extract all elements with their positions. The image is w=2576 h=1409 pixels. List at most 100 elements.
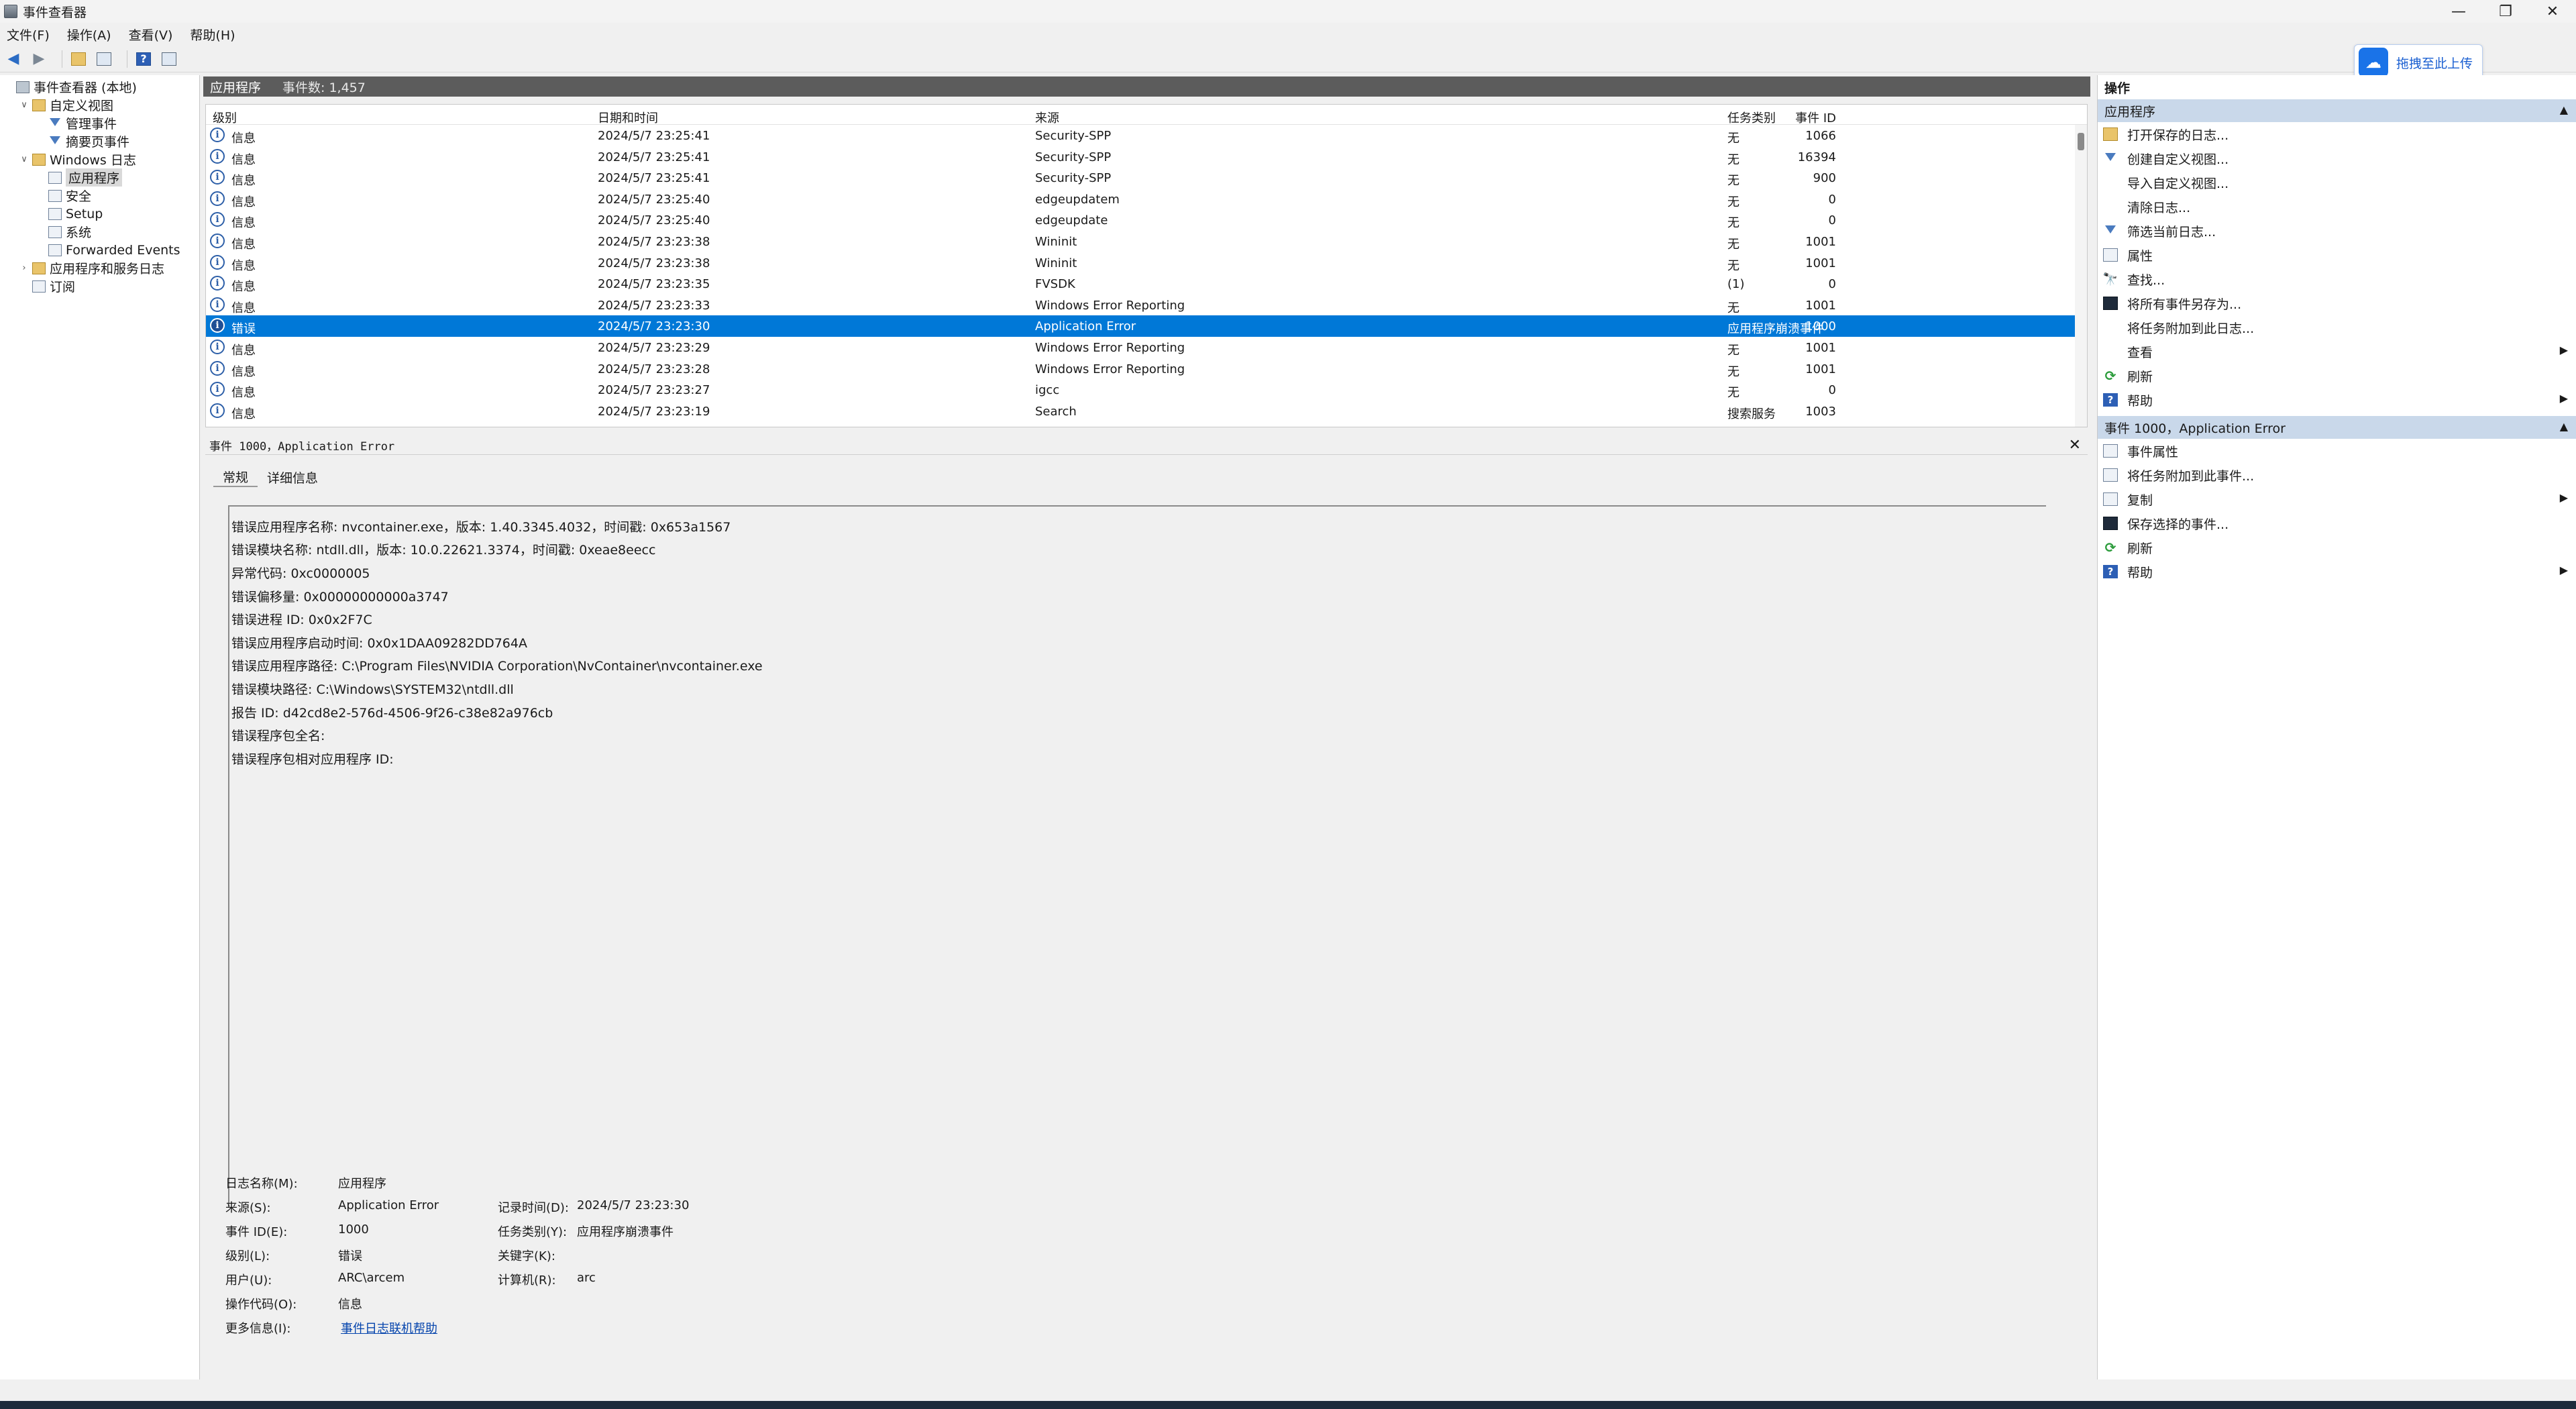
table-row[interactable]: i 信息 2024/5/7 23:23:33 Windows Error Report…: [206, 295, 2087, 316]
forward-button[interactable]: ▶: [30, 50, 48, 68]
column-source[interactable]: 来源: [1035, 109, 1059, 126]
expand-chevron-icon[interactable]: ›: [19, 263, 30, 273]
menu-view[interactable]: 查看(V): [129, 25, 173, 44]
action-item[interactable]: 导入自定义视图...: [2098, 170, 2576, 195]
tree-node[interactable]: ∨ 自定义视图: [0, 96, 199, 114]
description-line: 错误应用程序名称: nvcontainer.exe，版本: 1.40.3345.…: [231, 519, 731, 535]
table-row[interactable]: i 错误 2024/5/7 23:23:30 Application Error 100…: [206, 315, 2087, 337]
blank-icon: [2103, 345, 2118, 358]
cloud-icon: ☁: [2359, 48, 2388, 77]
description-line: 错误进程 ID: 0x0x2F7C: [231, 613, 372, 628]
table-row[interactable]: i 信息 2024/5/7 23:23:38 Wininit 1001 无: [206, 231, 2087, 252]
action-item[interactable]: 将所有事件另存为...: [2098, 291, 2576, 315]
column-level[interactable]: 级别: [213, 109, 237, 126]
cell-event-id: 1001: [1805, 234, 1836, 249]
tree-node[interactable]: 应用程序: [0, 168, 199, 187]
table-row[interactable]: i 信息 2024/5/7 23:23:35 FVSDK 0 (1): [206, 273, 2087, 295]
save-icon: [2103, 297, 2118, 310]
cell-level: 信息: [231, 343, 256, 358]
table-row[interactable]: i 信息 2024/5/7 23:25:41 Security-SPP 900 无: [206, 167, 2087, 189]
tree-node-label: 系统: [66, 225, 92, 240]
action-item[interactable]: 属性: [2098, 243, 2576, 267]
action-item[interactable]: 筛选当前日志...: [2098, 219, 2576, 243]
action-item[interactable]: 将任务附加到此日志...: [2098, 315, 2576, 340]
action-item[interactable]: 查看 ▶: [2098, 340, 2576, 364]
actions-section-event[interactable]: 事件 1000，Application Error ▲: [2098, 416, 2576, 439]
table-row[interactable]: i 信息 2024/5/7 23:25:41 Security-SPP 16394 无: [206, 146, 2087, 168]
tree-node[interactable]: 事件查看器 (本地): [0, 78, 199, 96]
minimize-button[interactable]: —: [2435, 0, 2482, 23]
help-button[interactable]: ?: [134, 50, 153, 68]
close-detail-icon[interactable]: ✕: [2069, 437, 2081, 454]
back-button[interactable]: ◀: [4, 50, 23, 68]
show-hide-tree-button[interactable]: [95, 50, 113, 68]
prop-level-label: 级别(L):: [225, 1249, 270, 1263]
action-item[interactable]: 创建自定义视图...: [2098, 146, 2576, 170]
collapse-up-icon[interactable]: ▲: [2560, 103, 2568, 116]
tree-node[interactable]: 管理事件: [0, 114, 199, 132]
table-row[interactable]: i 信息 2024/5/7 23:25:40 edgeupdate 0 无: [206, 209, 2087, 231]
upload-label: 拖拽至此上传: [2396, 56, 2473, 71]
tree-node[interactable]: 订阅: [0, 277, 199, 295]
event-description[interactable]: 错误应用程序名称: nvcontainer.exe，版本: 1.40.3345.…: [228, 505, 2046, 1207]
action-item[interactable]: 清除日志...: [2098, 195, 2576, 219]
action-item[interactable]: ? 帮助 ▶: [2098, 388, 2576, 412]
folder-icon: [71, 52, 86, 66]
column-datetime[interactable]: 日期和时间: [598, 109, 658, 126]
table-row[interactable]: i 信息 2024/5/7 23:25:41 Security-SPP 1066 无: [206, 125, 2087, 146]
online-help-link[interactable]: 事件日志联机帮助: [341, 1322, 437, 1336]
action-item[interactable]: ⟳ 刷新: [2098, 364, 2576, 388]
prop-computer-label: 计算机(R):: [498, 1273, 556, 1288]
tree-node[interactable]: Forwarded Events: [0, 241, 199, 259]
tree-node[interactable]: › 应用程序和服务日志: [0, 259, 199, 277]
restore-button[interactable]: ❐: [2482, 0, 2529, 23]
cell-datetime: 2024/5/7 23:25:41: [598, 129, 710, 143]
description-line: 错误程序包全名:: [231, 729, 325, 744]
table-row[interactable]: i 信息 2024/5/7 23:25:40 edgeupdatem 0 无: [206, 189, 2087, 210]
action-item[interactable]: 🔭 查找...: [2098, 267, 2576, 291]
column-task[interactable]: 任务类别: [1727, 109, 1776, 126]
table-row[interactable]: i 信息 2024/5/7 23:23:38 Wininit 1001 无: [206, 252, 2087, 274]
action-item[interactable]: 复制 ▶: [2098, 487, 2576, 511]
cell-event-id: 16394: [1797, 150, 1836, 164]
action-item[interactable]: 事件属性: [2098, 439, 2576, 463]
actions-section-log-label: 应用程序: [2104, 104, 2156, 119]
expand-chevron-icon[interactable]: ∨: [19, 154, 30, 164]
table-row[interactable]: i 信息 2024/5/7 23:23:27 igcc 0 无: [206, 379, 2087, 401]
table-row[interactable]: i 信息 2024/5/7 23:23:19 Search 1003 搜索服务: [206, 401, 2087, 422]
cell-level: 信息: [231, 174, 256, 189]
tree-node[interactable]: 摘要页事件: [0, 132, 199, 150]
menu-file[interactable]: 文件(F): [7, 25, 50, 44]
description-line: 报告 ID: d42cd8e2-576d-4506-9f26-c38e82a97…: [231, 705, 553, 721]
actions-section-event-label: 事件 1000，Application Error: [2104, 421, 2286, 436]
table-row[interactable]: i 信息 2024/5/7 23:23:29 Windows Error Report…: [206, 337, 2087, 358]
tree-node[interactable]: Setup: [0, 205, 199, 223]
expand-chevron-icon[interactable]: ∨: [19, 100, 30, 110]
tree-node-label: Forwarded Events: [66, 242, 180, 258]
action-item[interactable]: 将任务附加到此事件...: [2098, 463, 2576, 487]
action-label: 保存选择的事件...: [2127, 517, 2229, 532]
up-folder-button[interactable]: [69, 50, 88, 68]
action-item[interactable]: ? 帮助 ▶: [2098, 560, 2576, 584]
description-line: 错误偏移量: 0x00000000000a3747: [231, 589, 449, 605]
tree-node[interactable]: 安全: [0, 187, 199, 205]
tree-node[interactable]: 系统: [0, 223, 199, 241]
log-name: 应用程序: [210, 80, 262, 95]
show-action-pane-button[interactable]: [160, 50, 178, 68]
actions-section-log[interactable]: 应用程序 ▲: [2098, 99, 2576, 122]
action-item[interactable]: 保存选择的事件...: [2098, 511, 2576, 535]
tree-node[interactable]: ∨ Windows 日志: [0, 150, 199, 168]
collapse-up-icon[interactable]: ▲: [2560, 420, 2568, 433]
event-list-scrollbar[interactable]: [2075, 125, 2087, 427]
action-item[interactable]: ⟳ 刷新: [2098, 535, 2576, 560]
table-row[interactable]: i 信息 2024/5/7 23:23:28 Windows Error Report…: [206, 358, 2087, 380]
tab-general[interactable]: 常规: [213, 467, 258, 487]
action-item[interactable]: 打开保存的日志...: [2098, 122, 2576, 146]
tab-details[interactable]: 详细信息: [258, 467, 327, 487]
filter-icon: [2103, 152, 2118, 165]
info-icon: i: [210, 297, 225, 312]
menu-help[interactable]: 帮助(H): [190, 25, 235, 44]
scrollbar-thumb[interactable]: [2078, 133, 2084, 150]
menu-action[interactable]: 操作(A): [67, 25, 111, 44]
close-window-button[interactable]: ✕: [2529, 0, 2576, 23]
